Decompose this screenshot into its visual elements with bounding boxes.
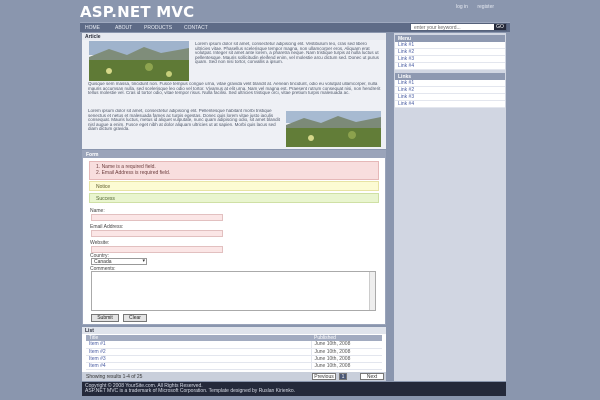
textarea-scrollbar[interactable] (369, 272, 375, 310)
nav-contact[interactable]: CONTACT (184, 25, 208, 31)
clear-button[interactable]: Clear (123, 314, 147, 322)
website-field[interactable] (91, 246, 223, 253)
search-box: enter your keyword... GO (410, 23, 507, 31)
article-paragraph-2: Quisque sem massa, tincidunt non. Fusce … (88, 82, 381, 96)
comments-textarea[interactable] (91, 271, 376, 311)
footer-credits: ASP.NET MVC is a trademark of Microsoft … (85, 388, 296, 394)
table-row: Item #1 June 10th, 2008 (86, 341, 382, 349)
top-links: log in register (456, 4, 502, 10)
pager-info: Showing results 1-4 of 25 (86, 374, 143, 380)
sidebar-link[interactable]: Link #2 (395, 49, 505, 56)
list-title: List (82, 327, 386, 334)
search-input[interactable]: enter your keyword... (414, 25, 461, 31)
sidebar-link[interactable]: Link #4 (395, 101, 505, 108)
landscape-image (286, 111, 381, 147)
error-message: 1. Name is a required field. 2. Email Ad… (89, 161, 379, 180)
row-published: June 10th, 2008 (310, 362, 382, 370)
site-footer: Copyright © 2008 YourSite.com. All Right… (82, 382, 506, 396)
pager-page-1[interactable]: 1 (339, 373, 347, 380)
links-title: Links (395, 73, 505, 80)
table-row: Item #3 June 10th, 2008 (86, 355, 382, 363)
list-panel: List Title Published Item #1 June 10th, … (82, 327, 386, 372)
pager: Showing results 1-4 of 25 Previous 1 Nex… (82, 372, 386, 381)
article-title: Article (82, 33, 386, 40)
row-published: June 10th, 2008 (310, 341, 382, 349)
row-published: June 10th, 2008 (310, 348, 382, 356)
sidebar-link[interactable]: Link #1 (395, 42, 505, 49)
nav-products[interactable]: PRODUCTS (144, 25, 172, 31)
success-message: Success (89, 193, 379, 203)
sidebar-link[interactable]: Link #3 (395, 56, 505, 63)
table-row: Item #2 June 10th, 2008 (86, 348, 382, 356)
email-field[interactable] (91, 230, 223, 237)
links-box: Links Link #1 Link #2 Link #3 Link #4 (395, 73, 505, 108)
row-title-link[interactable]: Item #3 (86, 355, 311, 363)
menu-title: Menu (395, 35, 505, 42)
article-paragraph-3: Lorem ipsum dolor sit amet, consectetur … (88, 109, 280, 132)
table-row: Item #4 June 10th, 2008 (86, 362, 382, 370)
pager-previous[interactable]: Previous (312, 373, 336, 380)
site-logo[interactable]: ASP.NET MVC (80, 3, 194, 21)
site-header: ASP.NET MVC log in register (0, 0, 600, 21)
article-paragraph-1: Lorem ipsum dolor sit amet, consectetur … (195, 42, 379, 65)
search-button[interactable]: GO (494, 24, 506, 30)
submit-button[interactable]: Submit (91, 314, 119, 322)
article-panel: Article Lorem ipsum dolor sit amet, cons… (82, 33, 386, 149)
row-title-link[interactable]: Item #2 (86, 348, 311, 356)
notice-message: Notice (89, 181, 379, 191)
error-item: 2. Email Address is required field. (96, 170, 171, 176)
country-select[interactable]: Canada (91, 258, 147, 265)
nav-home[interactable]: HOME (85, 25, 100, 31)
row-title-link[interactable]: Item #1 (86, 341, 311, 349)
sidebar-link[interactable]: Link #2 (395, 87, 505, 94)
register-link[interactable]: register (477, 4, 494, 10)
list-table: Title Published Item #1 June 10th, 2008 … (86, 335, 382, 370)
name-field[interactable] (91, 214, 223, 221)
form-title: Form (83, 151, 385, 158)
sidebar-link[interactable]: Link #4 (395, 63, 505, 70)
row-published: June 10th, 2008 (310, 355, 382, 363)
sidebar-link[interactable]: Link #3 (395, 94, 505, 101)
pager-next[interactable]: Next (360, 373, 384, 380)
sidebar-link[interactable]: Link #1 (395, 80, 505, 87)
nav-about[interactable]: ABOUT (115, 25, 132, 31)
landscape-image (89, 41, 189, 81)
form-panel: Form 1. Name is a required field. 2. Ema… (82, 150, 386, 325)
login-link[interactable]: log in (456, 4, 468, 10)
menu-box: Menu Link #1 Link #2 Link #3 Link #4 (395, 35, 505, 70)
row-title-link[interactable]: Item #4 (86, 362, 311, 370)
